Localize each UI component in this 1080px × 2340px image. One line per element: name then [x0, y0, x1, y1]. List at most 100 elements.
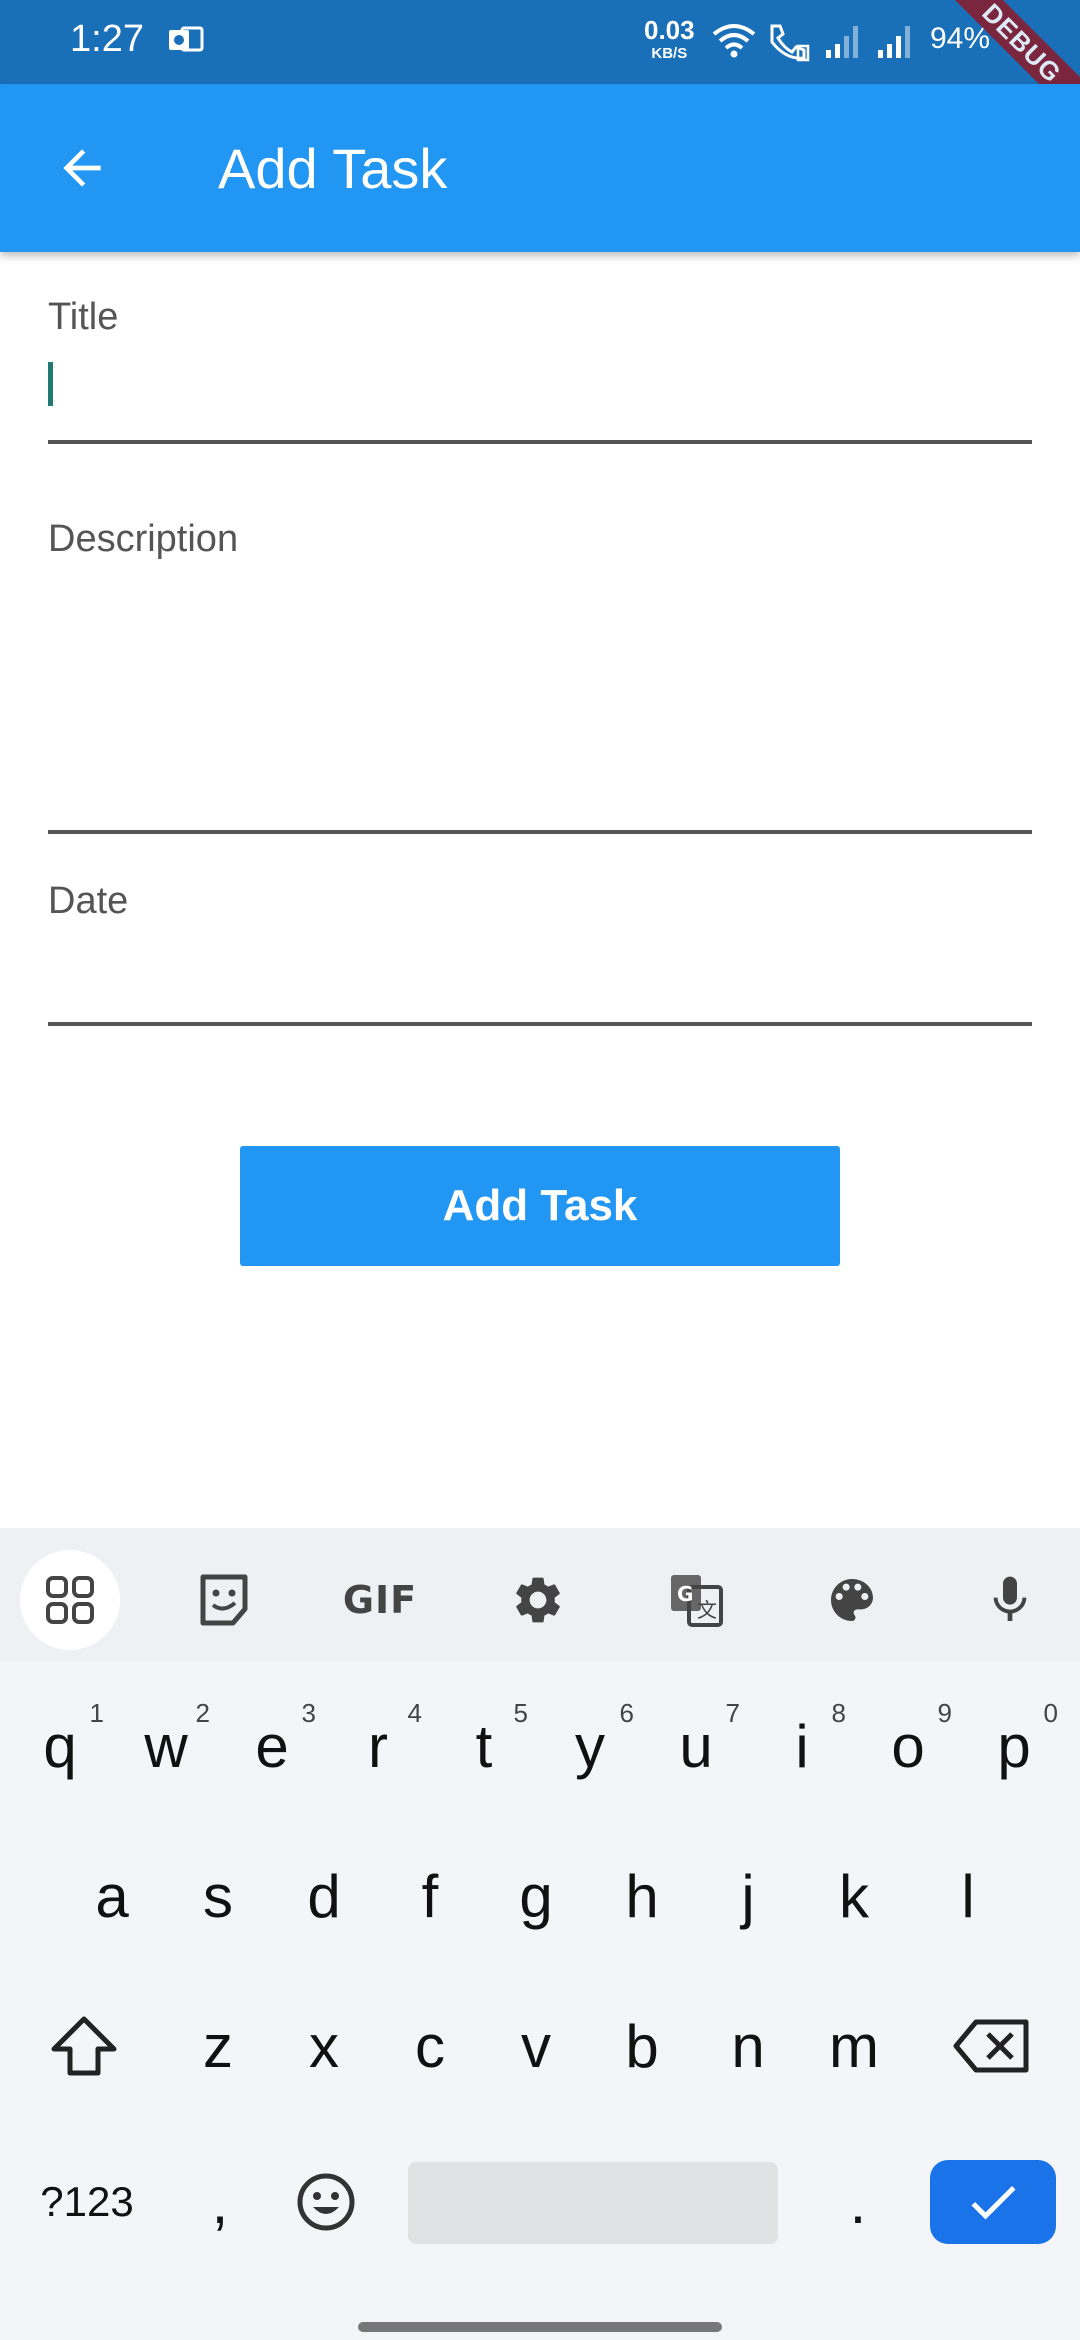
settings-icon	[516, 1577, 560, 1623]
mic-icon	[993, 1576, 1027, 1621]
app-bar: Add Task	[0, 84, 1080, 252]
key-w[interactable]: w2	[116, 1686, 216, 1806]
key-label: w	[144, 1712, 188, 1780]
emoji-icon	[297, 2173, 355, 2231]
home-indicator[interactable]	[358, 2322, 722, 2332]
add-task-button[interactable]: Add Task	[240, 1146, 840, 1266]
key-label: y	[575, 1712, 605, 1780]
key-u[interactable]: u7	[646, 1686, 746, 1806]
key-hint: 8	[831, 1698, 846, 1728]
status-bar: 1:27 0.03 KB/S 94%	[0, 0, 1080, 84]
emoji-key[interactable]	[276, 2142, 376, 2262]
key-m[interactable]: m	[804, 1986, 904, 2106]
outlook-notification-icon	[169, 26, 204, 52]
status-time: 1:27	[70, 18, 144, 60]
key-f[interactable]: f	[380, 1836, 480, 1956]
description-label: Description	[48, 518, 239, 560]
key-hint: 2	[195, 1698, 210, 1728]
key-z[interactable]: z	[168, 1986, 268, 2106]
key-label: e	[255, 1712, 289, 1780]
shift-key[interactable]	[34, 1986, 134, 2106]
key-j[interactable]: j	[698, 1836, 798, 1956]
title-label: Title	[48, 296, 119, 338]
wifi-calling-icon	[770, 24, 810, 62]
page-title: Add Task	[218, 137, 448, 200]
backspace-icon	[953, 2019, 1029, 2073]
gif-label: GIF	[342, 1578, 418, 1622]
key-label: q	[43, 1712, 77, 1780]
done-key[interactable]	[930, 2160, 1056, 2244]
title-input[interactable]	[48, 354, 1032, 414]
key-n[interactable]: n	[698, 1986, 798, 2106]
key-g[interactable]: g	[486, 1836, 586, 1956]
key-i[interactable]: i8	[752, 1686, 852, 1806]
wifi-icon	[712, 24, 756, 58]
key-r[interactable]: r4	[328, 1686, 428, 1806]
back-button[interactable]	[44, 130, 120, 206]
key-v[interactable]: v	[486, 1986, 586, 2106]
key-a[interactable]: a	[62, 1836, 162, 1956]
key-k[interactable]: k	[804, 1836, 904, 1956]
key-label: o	[891, 1712, 925, 1780]
key-hint: 3	[301, 1698, 316, 1728]
key-o[interactable]: o9	[858, 1686, 958, 1806]
date-underline	[48, 1022, 1032, 1026]
period-key[interactable]: .	[808, 2142, 908, 2262]
keyboard-toolbar: GIF G 文	[0, 1528, 1080, 1662]
svg-text:文: 文	[697, 1598, 717, 1622]
translate-button[interactable]: G 文	[646, 1550, 746, 1650]
backspace-key[interactable]	[942, 1986, 1042, 2106]
key-label: p	[997, 1712, 1031, 1780]
shift-icon	[51, 2016, 117, 2076]
key-hint: 5	[513, 1698, 528, 1728]
network-speed: 0.03 KB/S	[644, 15, 695, 66]
keyboard-settings-button[interactable]	[488, 1550, 588, 1650]
key-t[interactable]: t5	[434, 1686, 534, 1806]
soft-keyboard: GIF G 文 q1 w2 e3 r4 t 5 y 6 u 7 i 8 o 9 …	[0, 1528, 1080, 2340]
key-hint: 0	[1043, 1698, 1058, 1728]
key-c[interactable]: c	[380, 1986, 480, 2106]
key-d[interactable]: d	[274, 1836, 374, 1956]
key-label: i	[795, 1712, 809, 1780]
key-b[interactable]: b	[592, 1986, 692, 2106]
arrow-back-icon	[63, 149, 101, 187]
apps-grid-icon	[46, 1576, 94, 1624]
date-input[interactable]	[48, 940, 1032, 1000]
symbols-key[interactable]: ?123	[22, 2142, 152, 2262]
key-s[interactable]: s	[168, 1836, 268, 1956]
key-hint: 7	[725, 1698, 740, 1728]
key-p[interactable]: p0	[964, 1686, 1064, 1806]
gif-button[interactable]: GIF	[330, 1550, 430, 1650]
apps-grid-button[interactable]	[20, 1550, 120, 1650]
battery-level: 94%	[930, 22, 991, 55]
description-underline	[48, 830, 1032, 834]
svg-text:G: G	[677, 1582, 693, 1606]
network-speed-unit: KB/S	[651, 45, 688, 62]
sticker-icon	[200, 1574, 248, 1626]
key-label: r	[368, 1712, 388, 1780]
network-speed-value: 0.03	[644, 15, 695, 45]
key-q[interactable]: q1	[10, 1686, 110, 1806]
space-key[interactable]	[408, 2162, 778, 2244]
signal-sim1-icon	[826, 26, 858, 58]
key-e[interactable]: e3	[222, 1686, 322, 1806]
sticker-button[interactable]	[174, 1550, 274, 1650]
text-cursor	[48, 362, 53, 406]
key-hint: 4	[407, 1698, 422, 1728]
theme-button[interactable]	[802, 1550, 902, 1650]
description-input[interactable]	[48, 580, 1032, 820]
key-y[interactable]: y6	[540, 1686, 640, 1806]
key-h[interactable]: h	[592, 1836, 692, 1956]
date-label: Date	[48, 880, 129, 922]
key-hint: 9	[937, 1698, 952, 1728]
title-underline	[48, 440, 1032, 444]
signal-sim2-icon	[878, 26, 910, 58]
key-x[interactable]: x	[274, 1986, 374, 2106]
check-icon	[971, 2185, 1016, 2220]
palette-icon	[831, 1579, 873, 1621]
voice-input-button[interactable]	[960, 1550, 1060, 1650]
translate-icon: G 文	[671, 1575, 723, 1627]
key-label: u	[679, 1712, 713, 1780]
comma-key[interactable]: ,	[170, 2142, 270, 2262]
key-l[interactable]: l	[918, 1836, 1018, 1956]
